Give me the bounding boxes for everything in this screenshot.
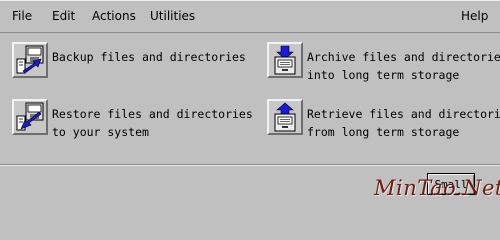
retrieve-label-line-1: Retrieve files and directories (307, 107, 500, 121)
archive-label-line-2: into long term storage (307, 68, 460, 82)
backup-button[interactable] (12, 42, 48, 78)
archive-action: Archive files and directories into long … (267, 42, 500, 84)
restore-disk-icon (16, 102, 44, 131)
menu-help[interactable]: Help (461, 9, 488, 23)
menu-actions[interactable]: Actions (92, 9, 136, 23)
menu-bar: File Edit Actions Utilities Help (0, 0, 500, 33)
menu-edit[interactable]: Edit (52, 9, 75, 23)
actions-panel: Backup files and directories Archive fil… (0, 33, 500, 163)
retrieve-label-line-2: from long term storage (307, 125, 460, 139)
restore-label-line-2: to your system (52, 125, 149, 139)
menu-utilities[interactable]: Utilities (150, 9, 195, 23)
archive-label-line-1: Archive files and directories (307, 50, 500, 64)
archive-button[interactable] (267, 42, 303, 78)
watermark: MinTao.Net (374, 176, 500, 200)
restore-button[interactable] (12, 99, 48, 135)
retrieve-button[interactable] (267, 99, 303, 135)
archive-cabinet-icon (274, 45, 296, 75)
backup-disk-icon (16, 45, 44, 74)
backup-label: Backup files and directories (52, 48, 246, 66)
menu-file[interactable]: File (12, 9, 32, 23)
restore-label: Restore files and directories to your sy… (52, 105, 253, 141)
backup-action: Backup files and directories (12, 42, 246, 78)
retrieve-action: Retrieve files and directories from long… (267, 99, 500, 141)
retrieve-cabinet-icon (274, 102, 296, 132)
restore-action: Restore files and directories to your sy… (12, 99, 253, 141)
backup-label-line-1: Backup files and directories (52, 50, 246, 64)
retrieve-label: Retrieve files and directories from long… (307, 105, 500, 141)
archive-label: Archive files and directories into long … (307, 48, 500, 84)
restore-label-line-1: Restore files and directories (52, 107, 253, 121)
